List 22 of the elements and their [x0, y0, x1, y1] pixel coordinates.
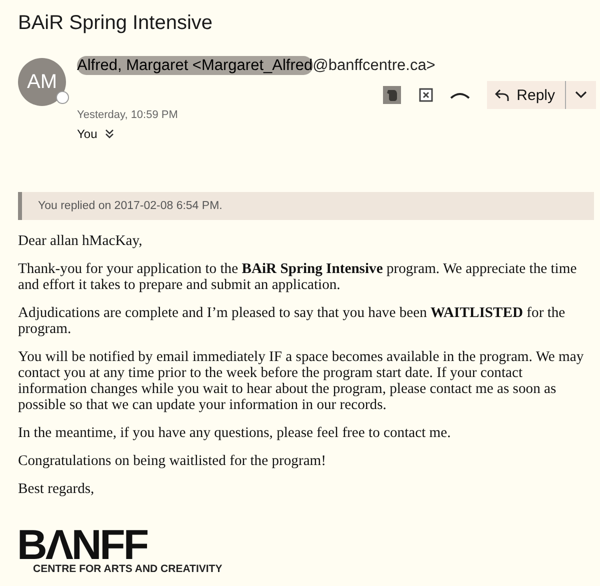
archive-icon[interactable] — [418, 88, 433, 102]
body-paragraph: Adjudications are complete and I’m pleased to say that you have been WAITLISTED for the program. — [18, 305, 566, 337]
chevron-down-icon — [575, 91, 587, 99]
body-paragraph: Dear allan hMacKay, — [18, 233, 144, 249]
logo-tagline: CENTRE FOR ARTS AND CREATIVITY — [33, 563, 222, 575]
body-paragraph: Congratulations on being waitlisted for the program! — [18, 453, 328, 469]
body-paragraph: Thank-you for your application to the BAiR Spring Intensive program. We appreciate the time and effort it takes to prepare and submit an application. — [18, 261, 578, 293]
sender-address: Alfred, Margaret <Margaret_Alfred@banffcentre.ca> — [77, 57, 436, 75]
caret-up-icon[interactable] — [450, 90, 470, 100]
body-paragraph: In the meantime, if you have any questions, please feel free to contact me. — [18, 425, 452, 441]
reply-notice: You replied on 2017-02-08 6:54 PM. — [18, 192, 594, 220]
body-paragraph: Best regards, — [18, 481, 96, 497]
banff-logo: BΛNFF — [17, 527, 147, 563]
recipient-name: You — [77, 127, 98, 141]
email-subject: BAiR Spring Intensive — [18, 12, 213, 35]
expand-icon[interactable] — [105, 129, 114, 139]
reply-button[interactable]: Reply — [486, 81, 565, 109]
reply-icon — [494, 88, 509, 102]
sent-date: Yesterday, 10:59 PM — [77, 109, 178, 121]
sender-avatar: AM — [18, 58, 66, 106]
reply-options-button[interactable] — [565, 81, 596, 109]
body-paragraph: You will be notified by email immediately IF a space becomes available in the program. We may contact you at any time prior to the week before the program start date. If your contact information changes while you wait to hear about the program, please contact me as soon as possible so that we can update your information in our records. — [18, 349, 585, 413]
